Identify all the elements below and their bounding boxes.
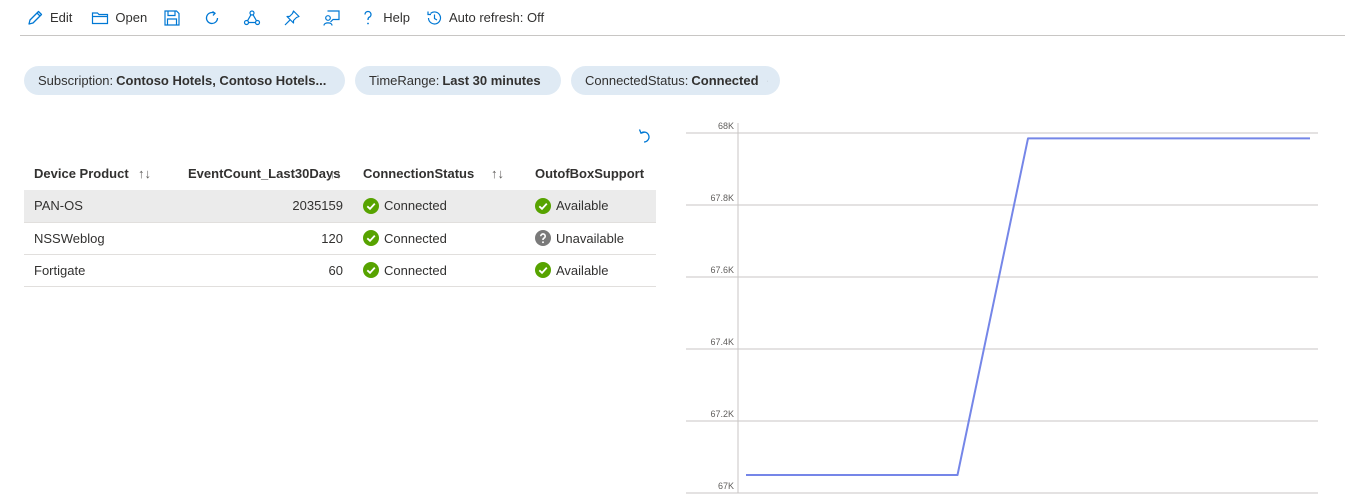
edit-label: Edit xyxy=(50,10,73,25)
edit-button[interactable]: Edit xyxy=(26,0,72,36)
y-tick-label: 67.8K xyxy=(710,193,734,203)
table-row[interactable]: NSSWeblog 120 Connected Unavailable xyxy=(24,222,656,255)
question-circle-icon xyxy=(535,230,551,246)
support-cell: Available xyxy=(525,190,656,223)
table-header-row: Device Product ↑↓ EventCount_Last30Days … xyxy=(24,157,656,190)
check-circle-icon xyxy=(363,230,379,246)
connection-status-cell: Connected xyxy=(353,254,525,287)
share-icon xyxy=(244,9,261,25)
pencil-icon xyxy=(28,10,43,25)
open-button[interactable]: Open xyxy=(91,0,147,36)
refresh-button[interactable] xyxy=(203,0,221,36)
filter-value: Last 30 minutes xyxy=(442,73,541,88)
device-product-cell: NSSWeblog xyxy=(24,222,177,255)
sort-icon[interactable]: ↑↓ xyxy=(138,166,151,181)
column-header-event-count[interactable]: EventCount_Last30Days ↑↓ xyxy=(177,157,353,190)
check-circle-icon xyxy=(363,262,379,278)
check-circle-icon xyxy=(363,197,379,214)
folder-open-icon xyxy=(92,11,109,24)
table-row[interactable]: Fortigate 60 Connected Available xyxy=(24,254,656,287)
feedback-icon xyxy=(323,9,340,26)
devices-table: Device Product ↑↓ EventCount_Last30Days … xyxy=(24,157,656,287)
filter-key: ConnectedStatus: xyxy=(585,73,689,88)
chevron-down-icon xyxy=(766,80,768,81)
device-product-cell: Fortigate xyxy=(24,254,177,287)
help-label: Help xyxy=(383,10,410,25)
column-header-outofbox-support[interactable]: OutofBoxSupport xyxy=(525,157,656,190)
feedback-button[interactable] xyxy=(323,0,341,36)
pin-icon xyxy=(284,9,300,25)
event-count-cell: 2035159 xyxy=(177,190,353,223)
y-tick-label: 68K xyxy=(718,121,734,131)
connection-status-cell: Connected xyxy=(353,222,525,255)
subscription-filter[interactable]: Subscription: Contoso Hotels, Contoso Ho… xyxy=(24,66,345,95)
column-header-connection-status[interactable]: ConnectionStatus ↑↓ xyxy=(353,157,525,190)
auto-refresh-button[interactable]: Auto refresh: Off xyxy=(425,0,544,36)
check-circle-icon xyxy=(535,262,551,278)
y-tick-label: 67K xyxy=(718,481,734,491)
save-button[interactable] xyxy=(163,0,181,36)
open-label: Open xyxy=(115,10,148,25)
support-cell: Unavailable xyxy=(525,222,656,255)
y-tick-label: 67.2K xyxy=(710,409,734,419)
save-icon xyxy=(164,9,180,26)
series-line[interactable] xyxy=(746,137,1310,476)
filter-bar: Subscription: Contoso Hotels, Contoso Ho… xyxy=(24,66,790,95)
undo-icon[interactable] xyxy=(636,127,654,145)
filter-key: Subscription: xyxy=(38,73,114,88)
history-clock-icon xyxy=(427,10,442,25)
connected-status-filter[interactable]: ConnectedStatus: Connected xyxy=(571,66,780,95)
filter-key: TimeRange: xyxy=(369,73,440,88)
event-count-cell: 120 xyxy=(177,222,353,255)
sort-icon[interactable]: ↑↓ xyxy=(329,166,342,181)
filter-value: Contoso Hotels, Contoso Hotels... xyxy=(116,73,327,88)
filter-value: Connected xyxy=(691,73,759,88)
connection-status-cell: Connected xyxy=(353,190,525,223)
pin-button[interactable] xyxy=(283,0,301,36)
refresh-icon xyxy=(206,10,219,24)
sort-icon[interactable]: ↑↓ xyxy=(491,166,504,181)
device-product-cell: PAN-OS xyxy=(24,190,177,223)
check-circle-icon xyxy=(535,197,551,214)
share-button[interactable] xyxy=(243,0,261,36)
table-row[interactable]: PAN-OS 2035159 Connected Available xyxy=(24,190,656,223)
toolbar: Edit Open Help Auto refresh: Off xyxy=(20,0,1345,36)
event-count-line-chart: 68K 67.8K 67.6K 67.4K 67.2K 67K xyxy=(686,121,1318,494)
y-tick-label: 67.6K xyxy=(710,265,734,275)
question-mark-icon xyxy=(364,10,372,24)
y-tick-label: 67.4K xyxy=(710,337,734,347)
help-button[interactable]: Help xyxy=(359,0,410,36)
auto-refresh-label: Auto refresh: Off xyxy=(448,10,545,25)
event-count-cell: 60 xyxy=(177,254,353,287)
column-header-device-product[interactable]: Device Product ↑↓ xyxy=(24,157,177,190)
support-cell: Available xyxy=(525,254,656,287)
time-range-filter[interactable]: TimeRange: Last 30 minutes xyxy=(355,66,561,95)
